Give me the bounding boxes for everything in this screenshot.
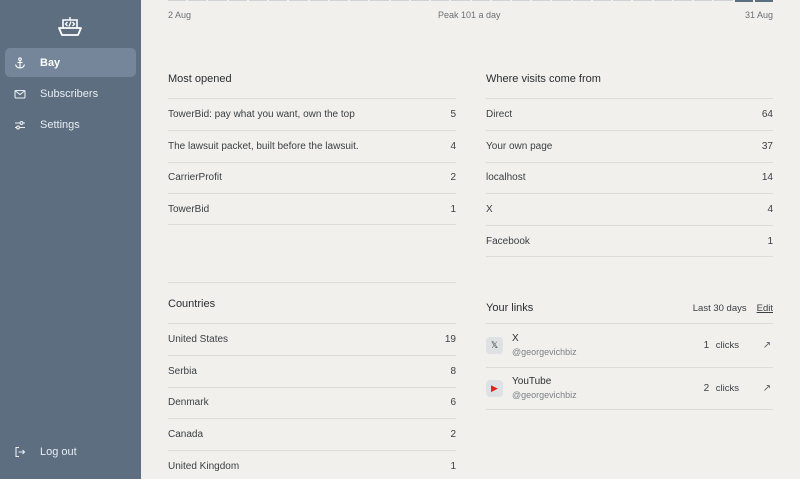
open-external-icon[interactable]: ↗	[761, 383, 773, 394]
open-external-icon[interactable]: ↗	[761, 340, 773, 351]
link-clicks: 2 clicks	[704, 383, 739, 394]
row-label: United Kingdom	[168, 460, 240, 472]
row-value: 1	[767, 235, 773, 247]
clicks-label: clicks	[715, 339, 739, 351]
list-item[interactable]: TowerBid 1	[168, 193, 456, 226]
countries-panel: Countries United States 19 Serbia 8 Denm…	[168, 297, 456, 479]
edit-links-button[interactable]: Edit	[757, 303, 773, 314]
row-label: Your own page	[486, 140, 553, 152]
chart-end-label: 31 Aug	[744, 10, 773, 20]
row-value: 14	[761, 172, 773, 184]
row-label: localhost	[486, 172, 526, 184]
row-value: 8	[450, 365, 456, 377]
main-content: 2 Aug Peak 101 a day 31 Aug Most opened …	[141, 0, 800, 479]
ship-code-icon[interactable]	[56, 14, 84, 38]
row-value: 4	[767, 204, 773, 216]
list-item: United States 19	[168, 323, 456, 355]
row-value: 2	[450, 172, 456, 184]
sidebar-item-label: Subscribers	[40, 87, 99, 100]
logout-icon	[13, 445, 27, 459]
link-handle: @georgevichbiz	[512, 390, 577, 401]
sidebar-item-subscribers[interactable]: Subscribers	[5, 79, 136, 108]
panel-title: Countries	[168, 298, 216, 310]
click-count: 1	[703, 339, 710, 351]
links-panel: Your links Last 30 days Edit 𝕏 X @george…	[486, 297, 773, 410]
row-label: Canada	[168, 429, 204, 441]
list-item: Direct 64	[486, 98, 773, 130]
list-item: Facebook 1	[486, 225, 773, 257]
mail-icon	[13, 87, 27, 101]
row-label: TowerBid: pay what you want, own the top	[168, 108, 355, 120]
row-value: 4	[450, 140, 456, 152]
sidebar-item-bay[interactable]: Bay	[5, 48, 136, 77]
date-range-label: Last 30 days	[692, 302, 747, 314]
chart-peak-label: Peak 101 a day	[438, 10, 501, 20]
list-item: Denmark 6	[168, 386, 456, 419]
sidebar-item-label: Bay	[40, 56, 61, 69]
list-item: Canada 2	[168, 418, 456, 450]
row-label: Denmark	[168, 397, 209, 409]
list-item[interactable]: CarrierProfit 2	[168, 161, 456, 194]
row-value: 6	[450, 397, 456, 409]
click-count: 2	[703, 382, 710, 394]
row-value: 37	[761, 140, 773, 152]
section-divider	[168, 282, 456, 283]
anchor-icon	[13, 56, 27, 70]
row-label: X	[486, 204, 493, 216]
sliders-icon	[13, 118, 27, 132]
youtube-icon: ▶	[486, 379, 503, 397]
logout-button[interactable]: Log out	[5, 437, 136, 466]
panel-title: Where visits come from	[486, 73, 601, 85]
link-row-x[interactable]: 𝕏 X @georgevichbiz 1 clicks ↗	[486, 323, 773, 367]
row-value: 2	[450, 429, 456, 441]
list-item: X 4	[486, 193, 773, 225]
chart-start-label: 2 Aug	[168, 10, 192, 20]
list-item[interactable]: The lawsuit packet, built before the law…	[168, 129, 456, 162]
link-handle: @georgevichbiz	[512, 347, 577, 358]
links-header: Your links Last 30 days Edit	[486, 297, 773, 323]
row-value: 1	[450, 460, 456, 472]
row-label: Serbia	[168, 365, 197, 377]
logout-label: Log out	[40, 445, 77, 458]
clicks-label: clicks	[715, 382, 739, 394]
visit-sources-panel: Where visits come from Direct 64 Your ow…	[486, 72, 773, 257]
link-name: X	[512, 333, 519, 345]
row-label: Facebook	[486, 235, 530, 247]
row-value: 1	[450, 203, 456, 215]
visits-chart-strip	[168, 0, 774, 2]
row-value: 5	[450, 108, 456, 120]
link-name: YouTube	[512, 376, 552, 388]
list-item[interactable]: TowerBid: pay what you want, own the top…	[168, 98, 456, 130]
most-opened-panel: Most opened TowerBid: pay what you want,…	[168, 72, 456, 226]
row-value: 64	[761, 108, 773, 120]
row-label: United States	[168, 333, 229, 345]
row-label: The lawsuit packet, built before the law…	[168, 140, 359, 152]
row-label: Direct	[486, 108, 513, 120]
row-value: 19	[444, 333, 456, 345]
sidebar-item-settings[interactable]: Settings	[5, 110, 136, 139]
link-row-youtube[interactable]: ▶ YouTube @georgevichbiz 2 clicks ↗	[486, 366, 773, 410]
list-item: localhost 14	[486, 161, 773, 194]
list-item: Serbia 8	[168, 354, 456, 387]
list-item: United Kingdom 1	[168, 450, 456, 479]
sidebar-item-label: Settings	[40, 118, 80, 131]
panel-title: Your links	[486, 302, 534, 314]
sidebar: Bay Subscribers Settings Log out	[0, 0, 141, 479]
link-clicks: 1 clicks	[704, 340, 739, 351]
list-item: Your own page 37	[486, 129, 773, 162]
row-label: CarrierProfit	[168, 172, 222, 184]
row-label: TowerBid	[168, 203, 210, 215]
panel-title: Most opened	[168, 73, 232, 85]
x-logo-icon: 𝕏	[486, 336, 503, 354]
